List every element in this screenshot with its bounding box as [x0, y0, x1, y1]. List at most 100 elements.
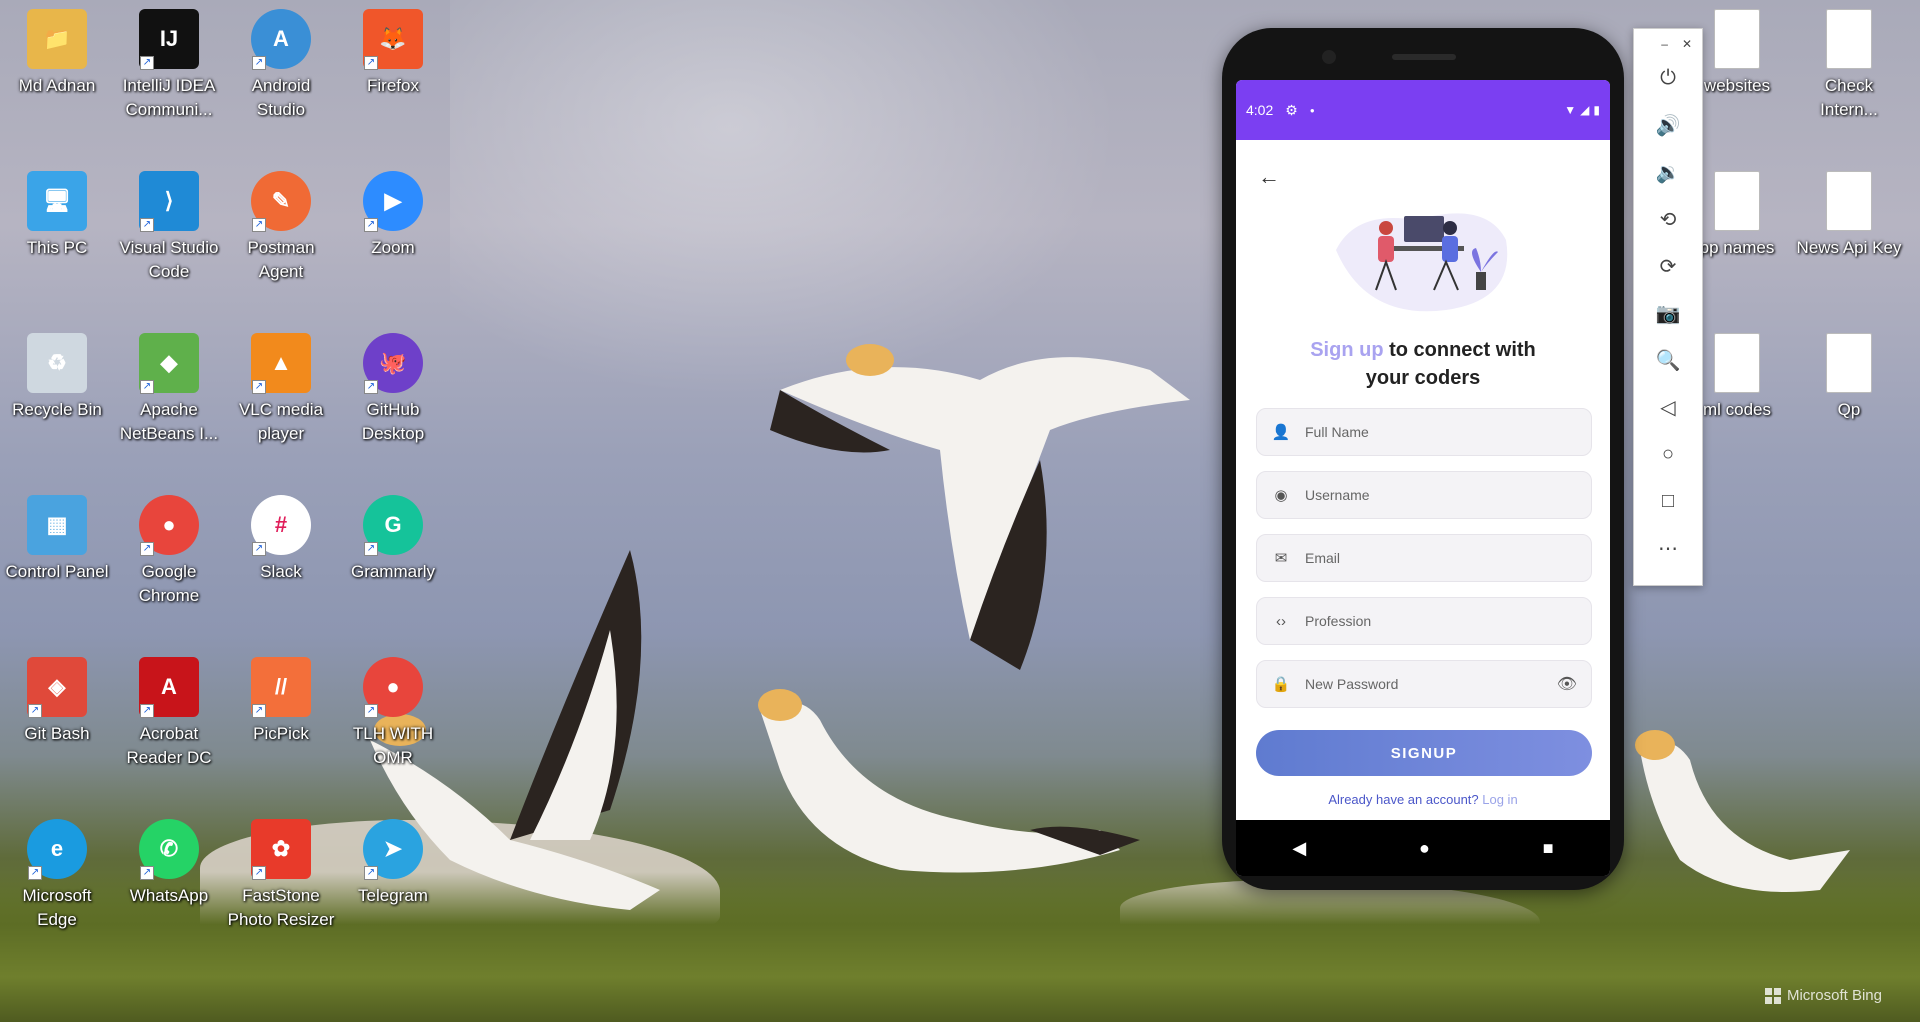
desktop-shortcut-label: websites	[1703, 76, 1771, 95]
shortcut-arrow-icon: ↗	[140, 704, 154, 718]
android-studio-icon: A ↗	[250, 8, 312, 70]
profession-field[interactable]: ‹›	[1256, 597, 1592, 645]
desktop-shortcut-label: Visual Studio Code	[119, 238, 219, 281]
desktop-shortcut[interactable]: ✎ ↗ Postman Agent	[226, 170, 336, 284]
desktop-shortcut[interactable]: 🦊 ↗ Firefox	[338, 8, 448, 98]
chrome-icon: ● ↗	[138, 494, 200, 556]
shortcut-arrow-icon: ↗	[140, 542, 154, 556]
zoom-icon: ▶ ↗	[362, 170, 424, 232]
shortcut-arrow-icon: ↗	[364, 56, 378, 70]
desktop-shortcut[interactable]: e ↗ Microsoft Edge	[2, 818, 112, 932]
desktop-shortcut-label: Postman Agent	[247, 238, 315, 281]
full-name-input[interactable]	[1305, 424, 1577, 440]
android-nav-bar: ◀ ● ■	[1236, 820, 1610, 876]
shortcut-arrow-icon: ↗	[140, 380, 154, 394]
password-field[interactable]: 🔒 👁	[1256, 660, 1592, 708]
desktop-shortcut[interactable]: ✿ ↗ FastStone Photo Resizer	[226, 818, 336, 932]
desktop-shortcut[interactable]: ♻ Recycle Bin	[2, 332, 112, 422]
desktop-shortcut[interactable]: News Api Key	[1794, 170, 1904, 260]
desktop-shortcut-label: FastStone Photo Resizer	[227, 886, 335, 929]
bing-watermark: Microsoft Bing	[1764, 987, 1882, 1004]
signup-button[interactable]: SIGNUP	[1256, 730, 1592, 776]
camera-icon[interactable]: 📷	[1634, 290, 1702, 337]
front-camera	[1322, 50, 1336, 64]
email-field[interactable]: ✉	[1256, 534, 1592, 582]
minimize-icon[interactable]: –	[1661, 37, 1668, 55]
code-icon: ‹›	[1276, 612, 1286, 630]
account-circle-icon: ◉	[1274, 487, 1288, 504]
desktop-shortcut[interactable]: ● ↗ Google Chrome	[114, 494, 224, 608]
text-file-icon	[1818, 8, 1880, 70]
shortcut-arrow-icon: ↗	[364, 380, 378, 394]
rotate-right-icon[interactable]: ⟳	[1634, 243, 1702, 290]
person-icon: 👤	[1271, 424, 1291, 441]
desktop-shortcut[interactable]: # ↗ Slack	[226, 494, 336, 584]
desktop-shortcut-label: This PC	[26, 238, 88, 257]
desktop-shortcut[interactable]: Qp	[1794, 332, 1904, 422]
eye-icon[interactable]: 👁	[1557, 674, 1577, 694]
desktop-shortcut[interactable]: ▦ Control Panel	[2, 494, 112, 584]
back-icon[interactable]: ◁	[1634, 384, 1702, 431]
desktop-shortcut[interactable]: 🖥 This PC	[2, 170, 112, 260]
desktop-shortcut[interactable]: ⟩ ↗ Visual Studio Code	[114, 170, 224, 284]
volume-down-icon[interactable]: 🔉	[1634, 149, 1702, 196]
faststone-icon: ✿ ↗	[250, 818, 312, 880]
desktop-shortcut[interactable]: A ↗ Acrobat Reader DC	[114, 656, 224, 770]
desktop-shortcut[interactable]: G ↗ Grammarly	[338, 494, 448, 584]
emulator-toolbar: – ✕ ⏻ 🔊 🔉 ⟲ ⟳ 📷 🔍 ◁ ○ □ ⋯	[1633, 28, 1703, 586]
nav-recents-icon[interactable]: ■	[1543, 838, 1554, 859]
android-emulator-device: 4:02 ⚙ ● ▼ ◢ ▮ ← Sign up to connect with…	[1222, 28, 1624, 890]
login-link[interactable]: Log in	[1482, 792, 1517, 807]
headline-line2: your coders	[1365, 367, 1481, 389]
close-icon[interactable]: ✕	[1682, 37, 1692, 55]
device-screen: 4:02 ⚙ ● ▼ ◢ ▮ ← Sign up to connect with…	[1236, 80, 1610, 876]
more-icon[interactable]: ⋯	[1634, 525, 1702, 572]
earpiece-speaker	[1392, 54, 1456, 60]
desktop-shortcut[interactable]: ✆ ↗ WhatsApp	[114, 818, 224, 908]
overview-icon[interactable]: □	[1634, 478, 1702, 525]
desktop-shortcut-label: Zoom	[371, 238, 415, 257]
rotate-left-icon[interactable]: ⟲	[1634, 196, 1702, 243]
desktop-shortcut[interactable]: ▶ ↗ Zoom	[338, 170, 448, 260]
desktop-shortcut[interactable]: ● ↗ TLH WITH OMR	[338, 656, 448, 770]
shortcut-arrow-icon: ↗	[140, 56, 154, 70]
desktop-shortcut[interactable]: IJ ↗ IntelliJ IDEA Communi...	[114, 8, 224, 122]
power-icon[interactable]: ⏻	[1634, 55, 1702, 102]
desktop-shortcut[interactable]: ◈ ↗ Git Bash	[2, 656, 112, 746]
desktop-shortcut[interactable]: ➤ ↗ Telegram	[338, 818, 448, 908]
desktop-shortcut[interactable]: ◆ ↗ Apache NetBeans I...	[114, 332, 224, 446]
netbeans-icon: ◆ ↗	[138, 332, 200, 394]
home-icon[interactable]: ○	[1634, 431, 1702, 478]
vscode-icon: ⟩ ↗	[138, 170, 200, 232]
email-input[interactable]	[1305, 550, 1577, 566]
telegram-icon: ➤ ↗	[362, 818, 424, 880]
nav-home-icon[interactable]: ●	[1419, 838, 1430, 859]
lock-icon: 🔒	[1271, 676, 1291, 693]
shortcut-arrow-icon: ↗	[252, 218, 266, 232]
full-name-field[interactable]: 👤	[1256, 408, 1592, 456]
username-field[interactable]: ◉	[1256, 471, 1592, 519]
profession-input[interactable]	[1305, 613, 1577, 629]
firefox-icon: 🦊 ↗	[362, 8, 424, 70]
desktop-shortcut[interactable]: ▲ ↗ VLC media player	[226, 332, 336, 446]
text-file-icon	[1706, 332, 1768, 394]
desktop-shortcut[interactable]: //↗ PicPick	[226, 656, 336, 746]
back-arrow-icon[interactable]: ←	[1258, 164, 1280, 190]
text-file-icon	[1706, 170, 1768, 232]
password-input[interactable]	[1305, 676, 1557, 692]
username-input[interactable]	[1305, 487, 1577, 503]
desktop-shortcut-label: ml codes	[1702, 400, 1772, 419]
desktop-shortcut-label: Control Panel	[5, 562, 109, 581]
desktop-shortcut-label: News Api Key	[1796, 238, 1902, 257]
desktop-shortcut-label: Telegram	[358, 886, 428, 905]
desktop-shortcut[interactable]: 📁 Md Adnan	[2, 8, 112, 98]
nav-back-icon[interactable]: ◀	[1292, 838, 1306, 859]
shortcut-arrow-icon: ↗	[252, 380, 266, 394]
volume-up-icon[interactable]: 🔊	[1634, 102, 1702, 149]
shortcut-arrow-icon: ↗	[252, 542, 266, 556]
zoom-icon[interactable]: 🔍	[1634, 337, 1702, 384]
desktop-shortcut[interactable]: 🐙 ↗ GitHub Desktop	[338, 332, 448, 446]
desktop-shortcut[interactable]: A ↗ Android Studio	[226, 8, 336, 122]
desktop-shortcut[interactable]: Check Intern...	[1794, 8, 1904, 122]
login-prompt: Already have an account? Log in	[1236, 792, 1610, 807]
